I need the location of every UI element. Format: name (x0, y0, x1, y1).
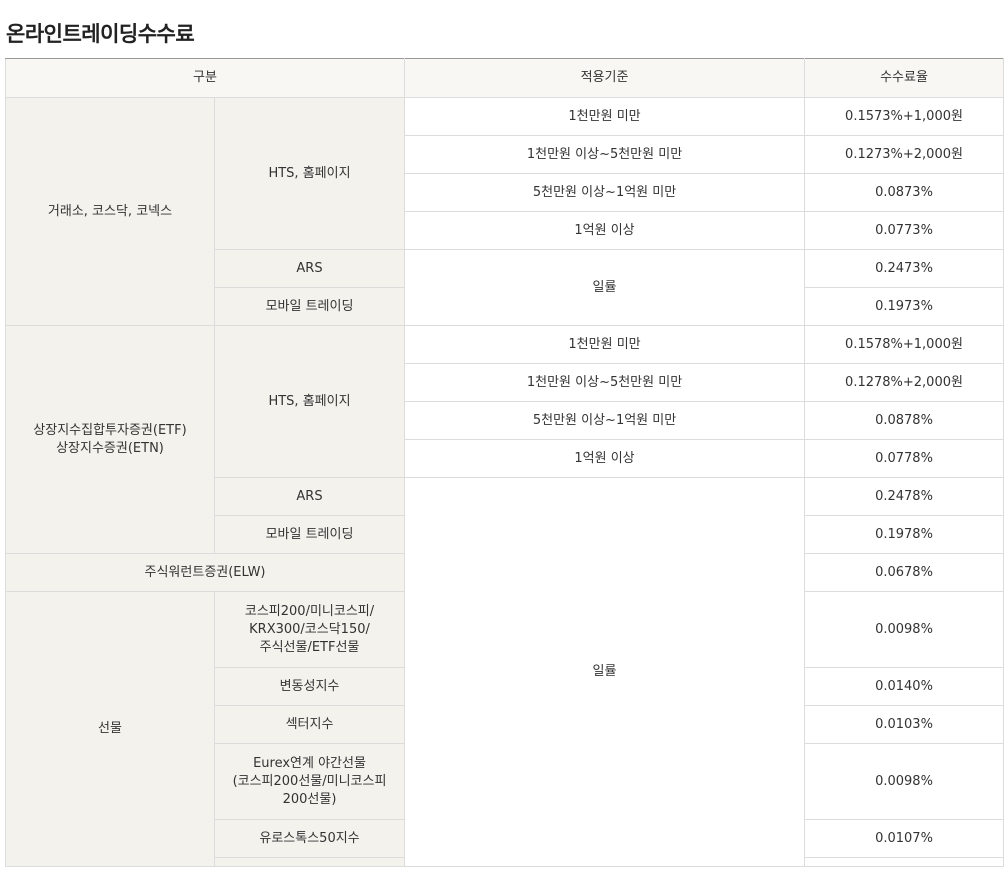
rate-cell: 0.1573%+1,000원 (804, 97, 1005, 136)
rate-cell (804, 857, 1005, 867)
category-elw: 주식워런트증권(ELW) (4, 553, 406, 592)
subcategory-ars: ARS (213, 477, 406, 516)
rate-cell: 0.0873% (804, 173, 1005, 212)
subcategory-sector: 섹터지수 (213, 705, 406, 744)
rate-cell: 0.1273%+2,000원 (804, 135, 1005, 174)
rate-cell: 0.1278%+2,000원 (804, 363, 1005, 402)
subcategory-hts: HTS, 홈페이지 (213, 97, 406, 250)
rate-cell: 0.0103% (804, 705, 1005, 744)
subcategory-line: KRX300/코스닥150/ (249, 621, 370, 637)
rate-cell: 0.0773% (804, 211, 1005, 250)
subcategory-line: 코스피200/미니코스피/ (244, 603, 375, 619)
category-exchange: 거래소, 코스닥, 코넥스 (5, 97, 215, 326)
subcategory-mobile: 모바일 트레이딩 (213, 287, 406, 326)
header-category: 구분 (4, 58, 406, 98)
standard-cell: 1억원 이상 (404, 211, 806, 250)
standard-cell: 5천만원 이상~1억원 미만 (404, 401, 806, 440)
rate-cell: 0.0140% (804, 667, 1005, 706)
header-rate: 수수료율 (804, 58, 1005, 98)
category-etf: 상장지수집합투자증권(ETF) 상장지수증권(ETN) (5, 325, 215, 554)
standard-cell: 1천만원 이상~5천만원 미만 (404, 363, 806, 402)
standard-flat-cell: 일률 (404, 477, 806, 867)
category-etf-line1: 상장지수집합투자증권(ETF) (33, 422, 187, 438)
rate-cell: 0.0098% (804, 743, 1005, 820)
rate-cell: 0.0678% (804, 553, 1005, 592)
subcategory-line: (코스피200선물/미니코스피 (232, 773, 387, 789)
subcategory-line: Eurex연계 야간선물 (253, 755, 366, 771)
table-header-row: 구분 적용기준 수수료율 (4, 58, 1005, 98)
subcategory-volatility: 변동성지수 (213, 667, 406, 706)
rate-cell: 0.2473% (804, 249, 1005, 288)
subcategory-line: 주식선물/ETF선물 (259, 639, 360, 655)
rate-cell: 0.0107% (804, 819, 1005, 858)
rate-cell: 0.1973% (804, 287, 1005, 326)
standard-cell: 1천만원 미만 (404, 325, 806, 364)
rate-cell: 0.0098% (804, 591, 1005, 668)
category-futures: 선물 (5, 591, 215, 867)
standard-cell: 1천만원 미만 (404, 97, 806, 136)
subcategory-ars: ARS (213, 249, 406, 288)
rate-cell: 0.0778% (804, 439, 1005, 478)
rate-cell: 0.0878% (804, 401, 1005, 440)
standard-cell: 1천만원 이상~5천만원 미만 (404, 135, 806, 174)
subcategory-index-futures: 코스피200/미니코스피/ KRX300/코스닥150/ 주식선물/ETF선물 (213, 591, 406, 668)
rate-cell: 0.2478% (804, 477, 1005, 516)
table-row: 상장지수집합투자증권(ETF) 상장지수증권(ETN) HTS, 홈페이지 1천… (5, 325, 1005, 554)
subcategory-hts: HTS, 홈페이지 (213, 325, 406, 478)
subcategory-eurostoxx: 유로스톡스50지수 (213, 819, 406, 858)
page-title: 온라인트레이딩수수료 (6, 22, 195, 46)
subcategory-mobile: 모바일 트레이딩 (213, 515, 406, 554)
standard-cell: 5천만원 이상~1억원 미만 (404, 173, 806, 212)
standard-cell: 1억원 이상 (404, 439, 806, 478)
standard-flat-cell: 일률 (404, 249, 806, 326)
rate-cell: 0.1578%+1,000원 (804, 325, 1005, 364)
header-standard: 적용기준 (404, 58, 806, 98)
table-row: 거래소, 코스닥, 코넥스 HTS, 홈페이지 1천만원 미만 0.1573%+… (5, 97, 1005, 326)
rate-cell: 0.1978% (804, 515, 1005, 554)
subcategory-eurex: Eurex연계 야간선물 (코스피200선물/미니코스피 200선물) (213, 743, 406, 820)
category-etf-line2: 상장지수증권(ETN) (56, 440, 164, 456)
subcategory-line: 200선물) (282, 791, 337, 807)
fee-table: 구분 적용기준 수수료율 거래소, 코스닥, 코넥스 HTS, 홈페이지 1천만… (4, 58, 1005, 867)
subcategory-cell (213, 857, 406, 867)
